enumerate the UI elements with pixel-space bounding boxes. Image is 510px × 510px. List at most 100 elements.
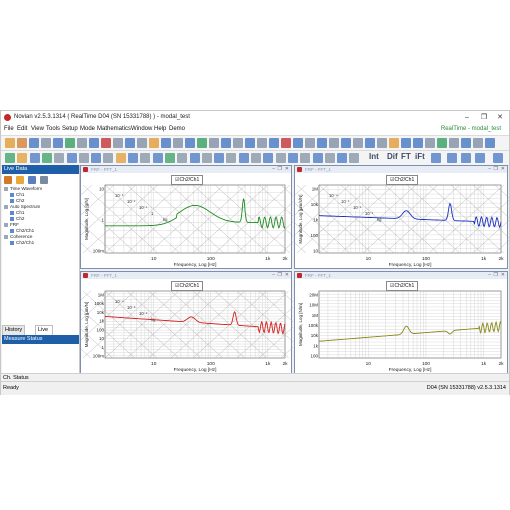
analysis-button-icon[interactable] <box>275 153 286 163</box>
plot-legend[interactable]: ☑Ch2/Ch1 <box>171 281 204 291</box>
grid-icon[interactable] <box>40 176 48 184</box>
menu-file[interactable]: File <box>4 124 14 135</box>
toolbar-button-icon[interactable] <box>29 138 39 148</box>
analysis-button-icon[interactable] <box>128 153 138 163</box>
analysis-button-icon[interactable] <box>431 153 441 163</box>
menu-mode[interactable]: Mode <box>80 124 95 135</box>
toolbar-button-icon[interactable] <box>389 138 399 148</box>
toolbar-button-icon[interactable] <box>365 138 375 148</box>
plot-window[interactable]: FRF - FFT_1– ❐ ✕ 10⁻⁴ 10⁻³ 10⁻² kg 1M 100k 10k 1k 1… <box>80 271 293 374</box>
toolbar-button-icon[interactable] <box>149 138 159 148</box>
close-button[interactable]: ✕ <box>492 111 508 124</box>
analysis-button-icon[interactable] <box>324 153 335 163</box>
toolbar-button-icon[interactable] <box>377 138 387 148</box>
analysis-button-icon[interactable] <box>287 153 298 163</box>
differentiate-button[interactable]: Dif <box>387 152 398 161</box>
folder-icon[interactable] <box>16 176 24 184</box>
analysis-button-icon[interactable] <box>41 153 52 163</box>
layout-icon[interactable] <box>28 176 36 184</box>
analysis-button-icon[interactable] <box>78 153 89 163</box>
toolbar-button-icon[interactable] <box>473 138 483 148</box>
tree-item[interactable]: Ch2/Ch1 <box>4 240 77 246</box>
toolbar-button-icon[interactable] <box>17 138 27 148</box>
analysis-button-icon[interactable] <box>189 153 200 163</box>
toolbar-button-icon[interactable] <box>185 138 195 148</box>
analysis-button-icon[interactable] <box>300 153 311 163</box>
toolbar-button-icon[interactable] <box>137 138 147 148</box>
plot-legend[interactable]: ☑Ch2/Ch1 <box>171 175 204 185</box>
analysis-button-icon[interactable] <box>177 153 188 163</box>
toolbar-button-icon[interactable] <box>89 138 99 148</box>
toolbar-button-icon[interactable] <box>317 138 327 148</box>
analysis-button-icon[interactable] <box>140 153 151 163</box>
toolbar-button-icon[interactable] <box>485 138 495 148</box>
plot-legend[interactable]: ☑Ch2/Ch1 <box>386 175 419 185</box>
toolbar-button-icon[interactable] <box>209 138 219 148</box>
menu-demo[interactable]: Demo <box>169 124 185 135</box>
analysis-button-icon[interactable] <box>493 153 503 163</box>
restore-button[interactable]: ❐ <box>476 111 492 124</box>
menu-mathematics[interactable]: Mathematics <box>97 124 131 135</box>
analysis-button-icon[interactable] <box>214 153 225 163</box>
toolbar-button-icon[interactable] <box>41 138 51 148</box>
menu-view[interactable]: View <box>31 124 44 135</box>
toolbar-button-icon[interactable] <box>305 138 315 148</box>
menu-help[interactable]: Help <box>154 124 166 135</box>
toolbar-button-icon[interactable] <box>53 138 63 148</box>
analysis-button-icon[interactable] <box>54 153 65 163</box>
plot-legend[interactable]: ☑Ch2/Ch1 <box>386 281 419 291</box>
menu-edit[interactable]: Edit <box>17 124 27 135</box>
toolbar-button-icon[interactable] <box>113 138 123 148</box>
analysis-button-icon[interactable] <box>251 153 261 163</box>
toolbar-button-icon[interactable] <box>353 138 363 148</box>
analysis-button-icon[interactable] <box>152 153 163 163</box>
toolbar-button-icon[interactable] <box>425 138 435 148</box>
plot-window[interactable]: FRF - FFT_1– ❐ ✕ 10⁻³ 10⁻² 10⁻¹ 1 kg 10 1 100m 10 10… <box>80 165 293 269</box>
analysis-button-icon[interactable] <box>349 153 360 163</box>
fft-button[interactable]: FT <box>401 152 411 161</box>
analysis-button-icon[interactable] <box>461 153 471 163</box>
toolbar-button-icon[interactable] <box>125 138 135 148</box>
menu-tools[interactable]: Tools <box>46 124 60 135</box>
toolbar-button-icon[interactable] <box>401 138 411 148</box>
analysis-button-icon[interactable] <box>103 153 114 163</box>
analysis-button-icon[interactable] <box>475 153 485 163</box>
analysis-button-icon[interactable] <box>29 153 40 163</box>
toolbar-button-icon[interactable] <box>341 138 351 148</box>
toolbar-button-icon[interactable] <box>449 138 459 148</box>
plot-window[interactable]: FRF - FFT_1– ❐ ✕ 10⁻⁴ 10⁻³ 10⁻² 10⁻¹ kg 1M 10k 1k 1… <box>294 165 509 269</box>
toolbar-button-icon[interactable] <box>197 138 207 148</box>
toolbar-button-icon[interactable] <box>101 138 111 148</box>
toolbar-button-icon[interactable] <box>245 138 255 148</box>
analysis-button-icon[interactable] <box>164 153 175 163</box>
minimize-button[interactable]: – <box>459 111 475 124</box>
analysis-button-icon[interactable] <box>5 153 15 163</box>
analysis-button-icon[interactable] <box>115 153 126 163</box>
toolbar-button-icon[interactable] <box>65 138 75 148</box>
analysis-button-icon[interactable] <box>312 153 323 163</box>
analysis-button-icon[interactable] <box>66 153 77 163</box>
toolbar-button-icon[interactable] <box>437 138 447 148</box>
toolbar-button-icon[interactable] <box>221 138 231 148</box>
analysis-button-icon[interactable] <box>91 153 102 163</box>
add-signal-icon[interactable] <box>4 176 12 184</box>
menu-window[interactable]: Window <box>131 124 152 135</box>
toolbar-button-icon[interactable] <box>77 138 87 148</box>
analysis-button-icon[interactable] <box>263 153 274 163</box>
menu-setup[interactable]: Setup <box>62 124 78 135</box>
plot-window[interactable]: FRF - FFT_1– ❐ ✕ 20M 10M 1M 100k 10k 1k 100 10 100 1… <box>294 271 508 374</box>
analysis-button-icon[interactable] <box>447 153 457 163</box>
toolbar-button-icon[interactable] <box>413 138 423 148</box>
inverse-fft-button[interactable]: iFt <box>415 152 425 161</box>
analysis-button-icon[interactable] <box>17 153 28 163</box>
integrate-button[interactable]: Int <box>369 152 379 161</box>
analysis-button-icon[interactable] <box>201 153 212 163</box>
toolbar-button-icon[interactable] <box>233 138 243 148</box>
toolbar-button-icon[interactable] <box>281 138 291 148</box>
toolbar-button-icon[interactable] <box>329 138 339 148</box>
toolbar-button-icon[interactable] <box>269 138 279 148</box>
toolbar-button-icon[interactable] <box>461 138 471 148</box>
toolbar-button-icon[interactable] <box>173 138 183 148</box>
analysis-button-icon[interactable] <box>337 153 348 163</box>
toolbar-button-icon[interactable] <box>161 138 171 148</box>
